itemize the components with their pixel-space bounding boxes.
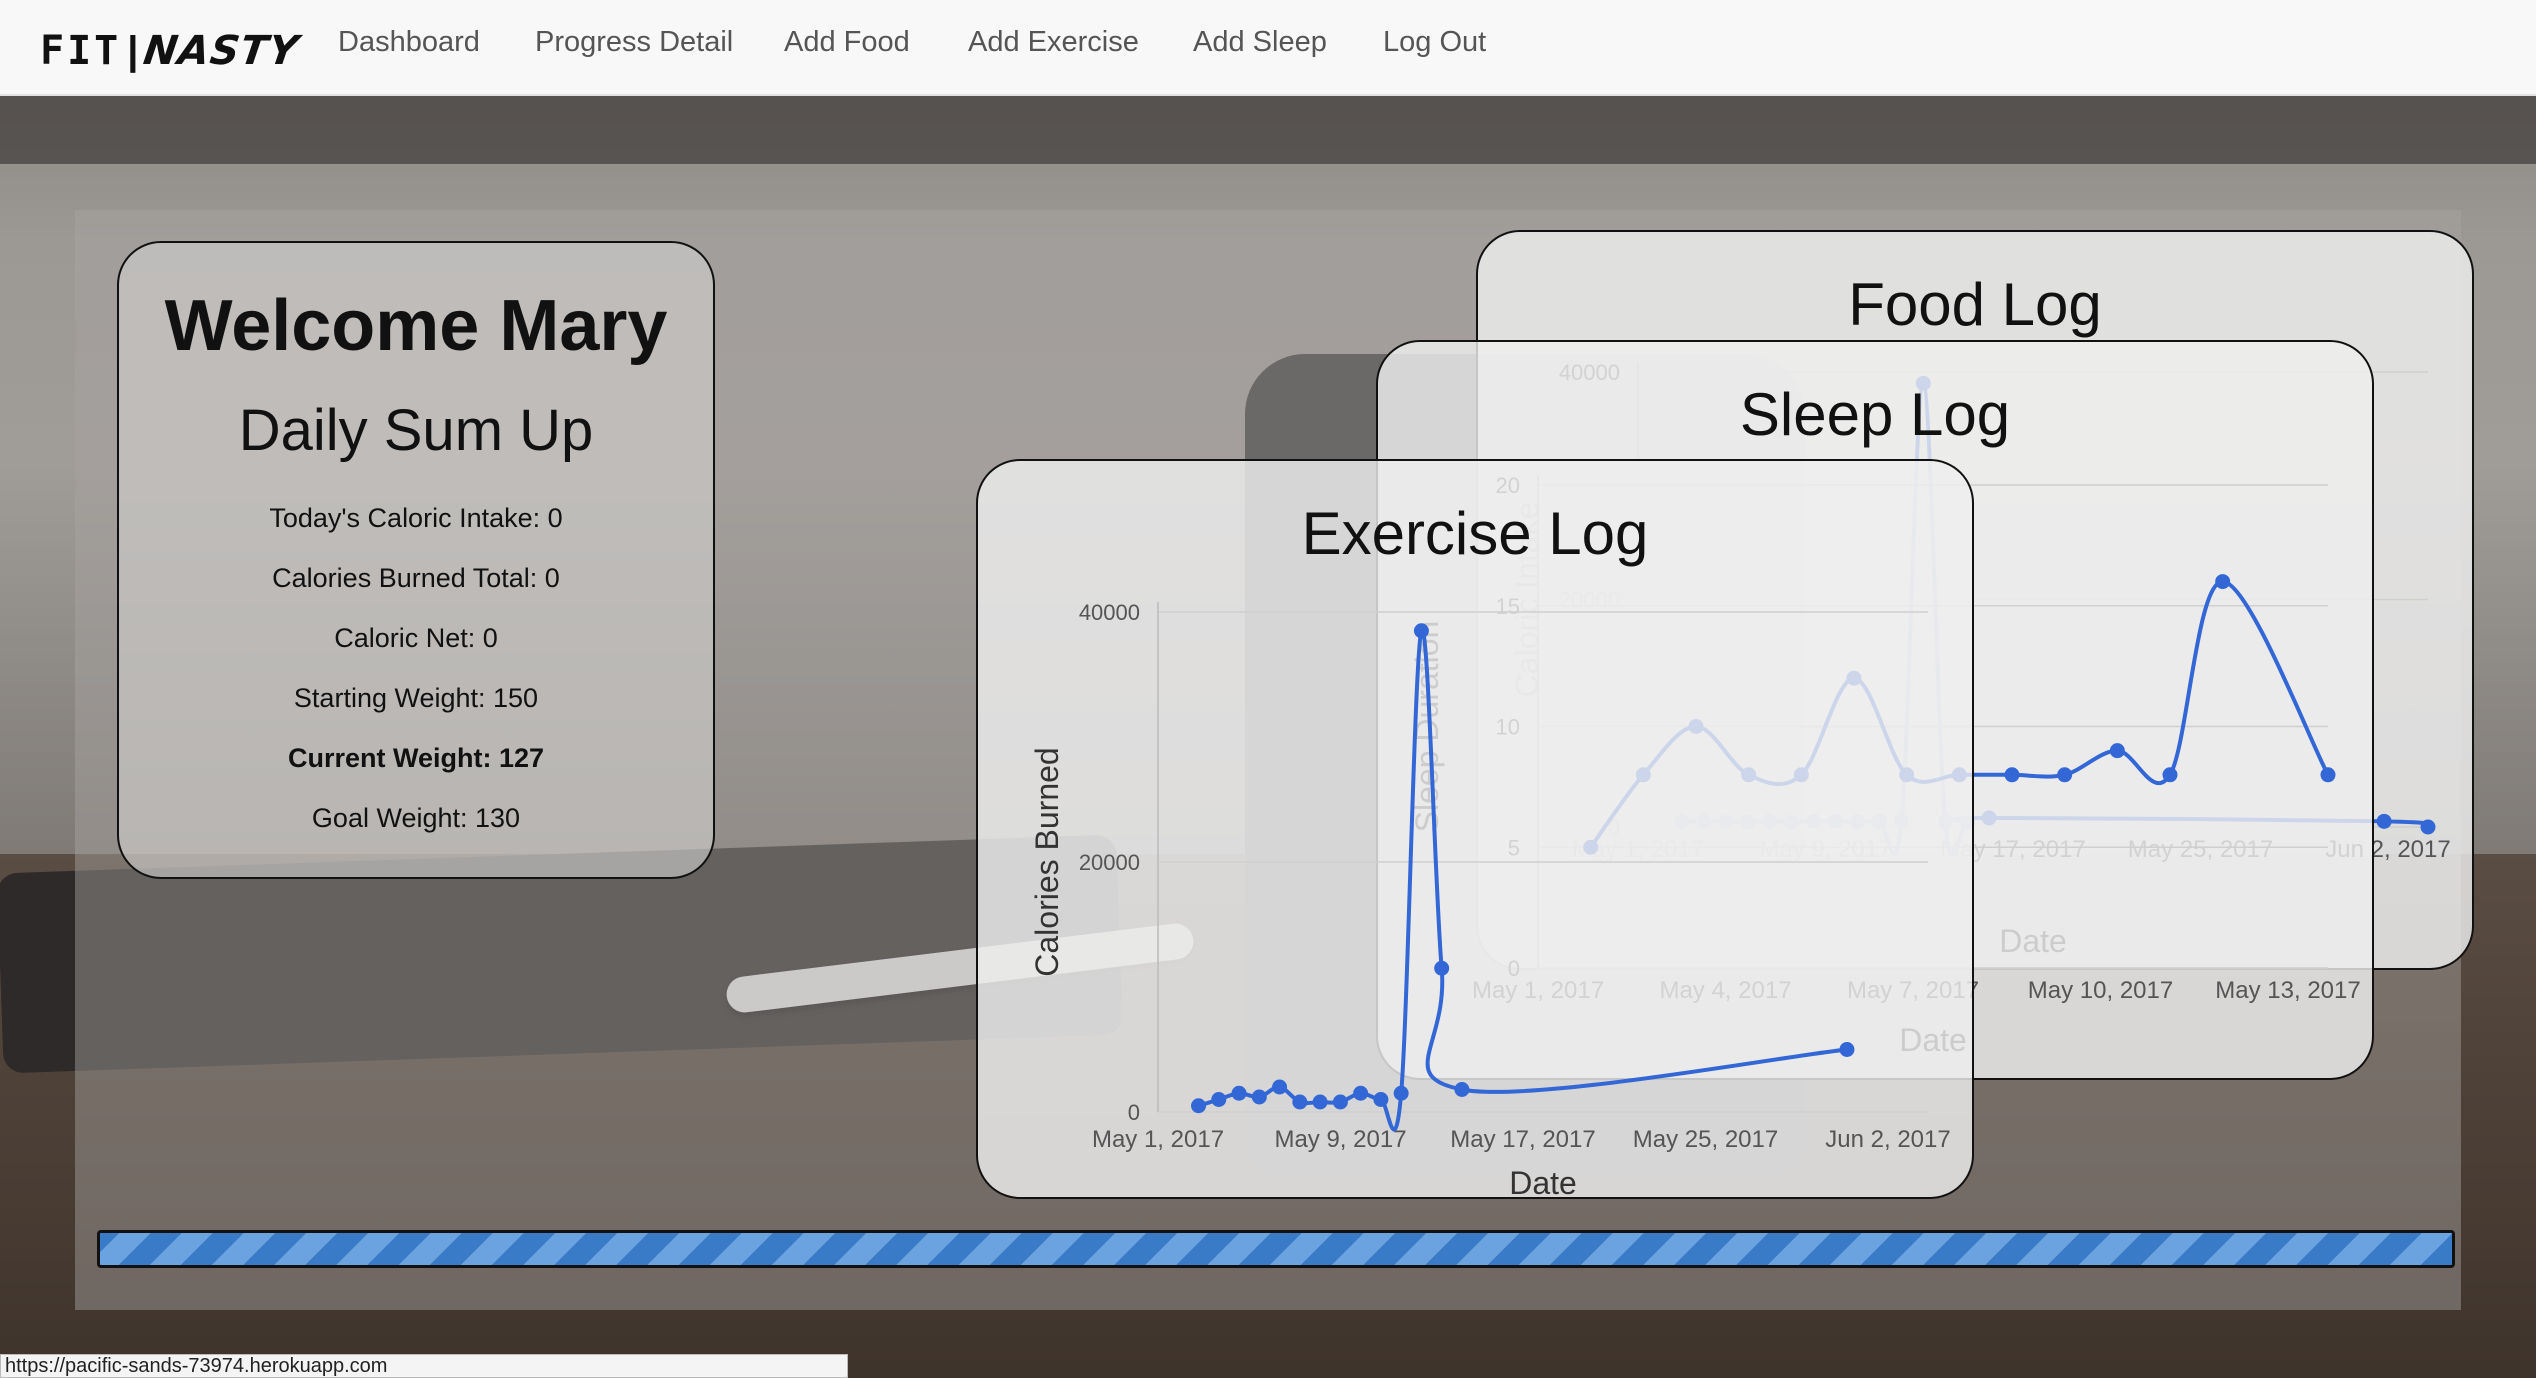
exercise-data-point (1211, 1092, 1227, 1107)
sleep-data-point (2320, 767, 2336, 783)
exercise-data-point (1272, 1079, 1288, 1095)
background-dark-shape (0, 94, 2536, 164)
exercise-y-axis-title: Calories Burned (1029, 747, 1065, 976)
status-bar-url: https://pacific-sands-73974.herokuapp.co… (0, 1354, 848, 1378)
exercise-x-tick-label: May 25, 2017 (1633, 1126, 1778, 1153)
exercise-x-tick-label: Jun 2, 2017 (1825, 1126, 1950, 1153)
exercise-data-point (1332, 1094, 1348, 1110)
exercise-series-line (1197, 627, 1848, 1132)
sleep-data-point (2109, 743, 2125, 759)
sleep-data-point (2057, 767, 2073, 783)
nav-link-add-exercise[interactable]: Add Exercise (968, 26, 1139, 59)
stat-goal-weight: Goal Weight: 130 (311, 803, 521, 833)
exercise-x-tick-label: May 1, 2017 (1092, 1126, 1224, 1153)
daily-sum-up-heading: Daily Sum Up (238, 398, 594, 463)
exercise-x-tick-label: May 9, 2017 (1274, 1126, 1406, 1153)
sleep-data-point (2162, 767, 2178, 783)
sleep-data-point (2004, 767, 2020, 783)
nav-link-dashboard[interactable]: Dashboard (338, 26, 480, 59)
exercise-data-point (1413, 623, 1429, 639)
exercise-x-tick-label: May 17, 2017 (1450, 1126, 1595, 1153)
exercise-y-tick-label: 40000 (1079, 600, 1140, 625)
exercise-y-tick-label: 20000 (1079, 850, 1140, 875)
nav-link-add-sleep[interactable]: Add Sleep (1193, 26, 1327, 59)
exercise-data-point (1839, 1042, 1855, 1057)
stat-starting-weight: Starting Weight: 150 (293, 683, 539, 713)
sleep-x-tick-label: May 13, 2017 (2215, 977, 2360, 1004)
exercise-data-point (1191, 1098, 1207, 1114)
exercise-data-point (1434, 960, 1450, 976)
food-data-point (2420, 819, 2436, 835)
exercise-data-point (1393, 1085, 1409, 1101)
exercise-data-point (1231, 1085, 1247, 1101)
progress-bar-fill (100, 1233, 2452, 1265)
stat-caloric-intake: Today's Caloric Intake: 0 (269, 503, 563, 533)
exercise-x-axis-title: Date (1509, 1165, 1577, 1197)
exercise-data-point (1373, 1092, 1389, 1107)
stat-caloric-net: Caloric Net: 0 (334, 623, 498, 653)
brand-separator: | (127, 28, 139, 73)
food-data-point (2376, 813, 2392, 829)
exercise-y-tick-label: 0 (1128, 1100, 1140, 1125)
nav-link-log-out[interactable]: Log Out (1383, 26, 1486, 59)
top-navbar: FIT | NASTY Dashboard Progress Detail Ad… (0, 0, 2536, 96)
brand-logo[interactable]: FIT | NASTY (40, 26, 303, 76)
exercise-data-point (1454, 1082, 1470, 1097)
exercise-data-point (1353, 1085, 1369, 1101)
exercise-data-point (1292, 1094, 1308, 1110)
welcome-title: Welcome Mary (164, 286, 668, 366)
sleep-data-point (2215, 574, 2231, 590)
progress-bar (97, 1230, 2455, 1268)
exercise-log-card[interactable]: Exercise Log 0 20000 40000 May 1, 2017 May 9… (976, 459, 1974, 1199)
exercise-log-chart: 0 20000 40000 May 1, 2017 May 9, 2017 May 17,… (1029, 600, 1951, 1197)
sleep-x-tick-label: May 10, 2017 (2028, 977, 2173, 1004)
brand-fit-text: FIT (40, 28, 122, 74)
nav-link-add-food[interactable]: Add Food (784, 26, 910, 59)
brand-nasty-text: NASTY (141, 28, 303, 74)
exercise-chart-group: 0 20000 40000 May 1, 2017 May 9, 2017 May 17,… (1029, 600, 1951, 1197)
welcome-card: Welcome Mary Daily Sum Up Today's Calori… (117, 241, 715, 879)
stat-calories-burned: Calories Burned Total: 0 (272, 563, 560, 593)
stat-current-weight: Current Weight: 127 (287, 743, 545, 773)
nav-link-progress-detail[interactable]: Progress Detail (535, 26, 733, 59)
exercise-data-point (1312, 1094, 1328, 1110)
exercise-data-point (1251, 1089, 1267, 1105)
